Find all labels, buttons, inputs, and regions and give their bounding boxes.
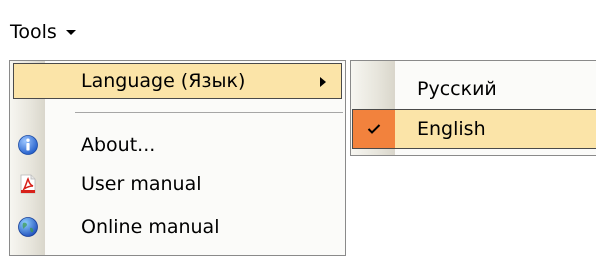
menu-item-online-manual[interactable]: Online manual [10,208,345,246]
tools-menu-label: Tools [10,21,57,43]
menu-item-user-manual[interactable]: User manual [10,165,345,203]
info-icon [18,135,38,155]
menu-item-language-label: Language (Язык) [81,70,246,92]
menu-item-language[interactable]: Language (Язык) [13,63,342,99]
pdf-icon [18,174,38,194]
chevron-down-icon [65,30,76,35]
submenu-item-english[interactable]: English [352,109,596,149]
menu-item-user-manual-label: User manual [81,173,202,195]
menu-item-online-manual-label: Online manual [81,216,220,238]
menu-item-about[interactable]: About... [10,126,345,164]
check-icon [353,110,395,148]
submenu-item-russian[interactable]: Русский [351,69,596,109]
menu-item-about-label: About... [81,134,156,156]
tools-dropdown-menu: Language (Язык) About... User manual Onl… [9,60,346,256]
language-submenu: Русский English [350,60,596,156]
globe-icon [18,217,38,237]
submenu-arrow-icon [320,77,326,87]
menu-separator [75,112,343,113]
submenu-item-english-label: English [417,118,486,140]
tools-menu-button[interactable]: Tools [0,18,101,46]
submenu-item-russian-label: Русский [417,78,497,100]
